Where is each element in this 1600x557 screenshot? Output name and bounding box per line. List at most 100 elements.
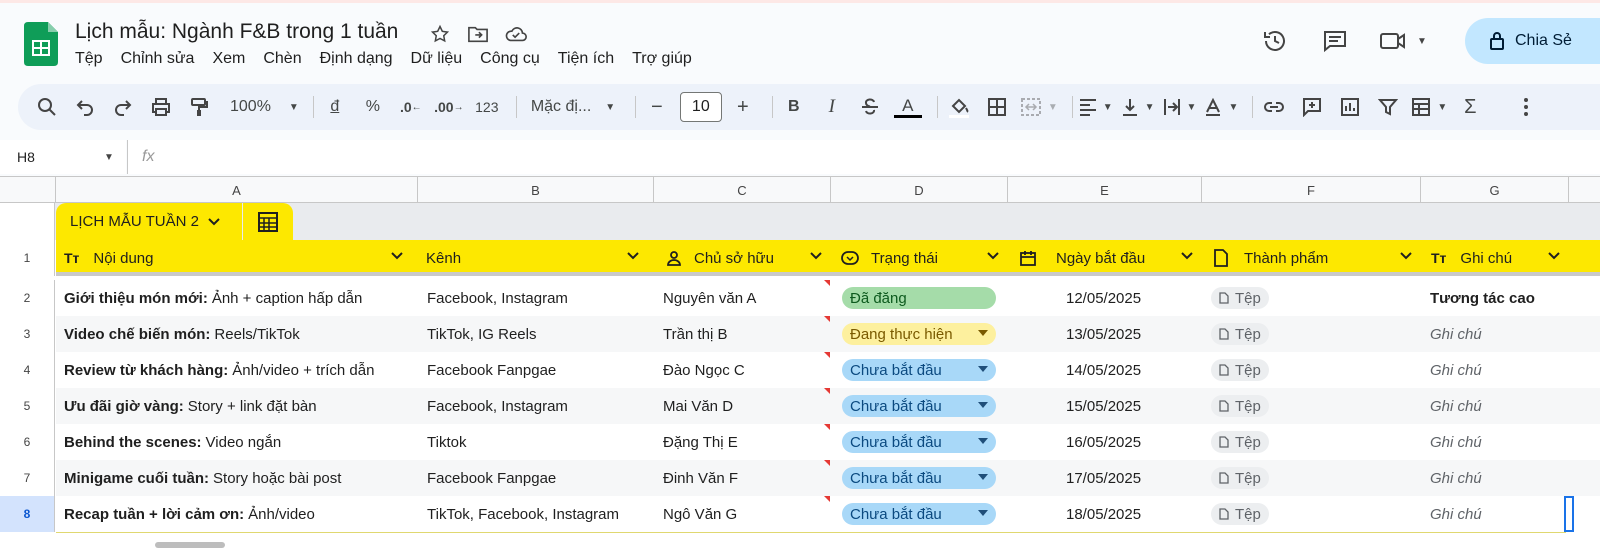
format-currency-button[interactable]: đ — [320, 92, 350, 122]
cell-start-date[interactable]: 16/05/2025 — [1066, 424, 1196, 460]
row-header-6[interactable]: 6 — [0, 424, 55, 460]
search-menus-icon[interactable] — [32, 92, 62, 122]
menu-format[interactable]: Định dạng — [320, 50, 402, 68]
cell-content[interactable]: Video chế biến món: Reels/TikTok — [64, 316, 414, 352]
name-box[interactable]: H8 ▼ — [0, 140, 126, 174]
increase-decimal-button[interactable]: .00 → — [434, 92, 464, 122]
cell-owner[interactable]: Đinh Văn F — [663, 460, 828, 496]
move-folder-icon[interactable] — [466, 22, 490, 46]
file-chip[interactable]: Tệp — [1211, 431, 1269, 453]
comment-indicator[interactable] — [824, 316, 830, 322]
comment-indicator[interactable] — [824, 388, 830, 394]
functions-icon[interactable]: Σ — [1455, 92, 1485, 122]
row-header-5[interactable]: 5 — [0, 388, 55, 424]
file-chip[interactable]: Tệp — [1211, 287, 1269, 309]
document-title[interactable]: Lịch mẫu: Ngành F&B trong 1 tuần — [75, 20, 398, 44]
cell-start-date[interactable]: 18/05/2025 — [1066, 496, 1196, 532]
cell-channel[interactable]: Facebook Fanpgae — [427, 460, 653, 496]
menu-help[interactable]: Trợ giúp — [632, 50, 701, 68]
star-icon[interactable] — [428, 22, 452, 46]
cell-channel[interactable]: Tiktok — [427, 424, 653, 460]
file-chip[interactable]: Tệp — [1211, 503, 1269, 525]
format-percent-button[interactable]: % — [358, 92, 388, 122]
cell-owner[interactable]: Ngô Văn G — [663, 496, 828, 532]
status-dropdown-chip[interactable]: Chưa bắt đầu — [842, 395, 996, 417]
cell-content[interactable]: Ưu đãi giờ vàng: Story + link đặt bàn — [64, 388, 414, 424]
cell-channel[interactable]: Facebook Fanpgae — [427, 352, 653, 388]
cell-content[interactable]: Behind the scenes: Video ngắn — [64, 424, 414, 460]
redo-icon[interactable] — [108, 92, 138, 122]
cell-content[interactable]: Giới thiệu món mới: Ảnh + caption hấp dẫn — [64, 280, 414, 316]
cell-channel[interactable]: TikTok, IG Reels — [427, 316, 653, 352]
cell-notes[interactable]: Tương tác cao — [1430, 280, 1566, 316]
cell-start-date[interactable]: 14/05/2025 — [1066, 352, 1196, 388]
comment-indicator[interactable] — [824, 496, 830, 502]
table-name-tab[interactable]: LỊCH MẪU TUẦN 2 — [56, 203, 242, 240]
cell-channel[interactable]: Facebook, Instagram — [427, 280, 653, 316]
row-header-4[interactable]: 4 — [0, 352, 55, 388]
comment-indicator[interactable] — [824, 460, 830, 466]
row-header-3[interactable]: 3 — [0, 316, 55, 352]
cell-content[interactable]: Minigame cuối tuần: Story hoặc bài post — [64, 460, 414, 496]
cell-notes[interactable]: Ghi chú — [1430, 496, 1566, 532]
header-notes[interactable]: Tт Ghi chú — [1421, 240, 1569, 276]
cell-content[interactable]: Review từ khách hàng: Ảnh/video + trích d… — [64, 352, 414, 388]
cell-notes[interactable]: Ghi chú — [1430, 316, 1566, 352]
undo-icon[interactable] — [70, 92, 100, 122]
row-header-7[interactable]: 7 — [0, 460, 55, 496]
row-header-2[interactable]: 2 — [0, 280, 55, 316]
text-rotation-icon[interactable]: ▼ — [1204, 92, 1238, 122]
strikethrough-button[interactable] — [855, 92, 885, 122]
cell-notes[interactable]: Ghi chú — [1430, 460, 1566, 496]
cell-start-date[interactable]: 13/05/2025 — [1066, 316, 1196, 352]
menu-data[interactable]: Dữ liệu — [411, 50, 472, 68]
cell-notes[interactable]: Ghi chú — [1430, 388, 1566, 424]
fill-color-icon[interactable] — [944, 92, 974, 122]
cloud-status-icon[interactable] — [504, 22, 528, 46]
menu-edit[interactable]: Chỉnh sửa — [121, 50, 204, 68]
file-chip[interactable]: Tệp — [1211, 395, 1269, 417]
zoom-select[interactable]: 100% ▼ — [230, 92, 299, 122]
decrease-decimal-button[interactable]: .0 ← — [396, 92, 426, 122]
file-chip[interactable]: Tệp — [1211, 467, 1269, 489]
horizontal-align-icon[interactable]: ▼ — [1079, 92, 1113, 122]
status-dropdown-chip[interactable]: Đã đăng — [842, 287, 996, 309]
cell-owner[interactable]: Trần thị B — [663, 316, 828, 352]
header-channel[interactable]: Kênh — [418, 240, 654, 276]
comment-indicator[interactable] — [824, 280, 830, 286]
font-size-input[interactable]: 10 — [679, 92, 722, 122]
column-header-f[interactable]: F — [1202, 177, 1421, 203]
version-history-icon[interactable] — [1255, 21, 1295, 61]
cell-channel[interactable]: Facebook, Instagram — [427, 388, 653, 424]
table-view-icon[interactable]: ▼ — [1411, 92, 1447, 122]
status-dropdown-chip[interactable]: Chưa bắt đầu — [842, 503, 996, 525]
cell-content[interactable]: Recap tuần + lời cảm ơn: Ảnh/video — [64, 496, 414, 532]
comments-icon[interactable] — [1315, 21, 1355, 61]
column-header-c[interactable]: C — [654, 177, 831, 203]
sheets-logo-icon[interactable] — [24, 22, 58, 66]
cell-owner[interactable]: Đào Ngọc C — [663, 352, 828, 388]
cell-notes[interactable]: Ghi chú — [1430, 424, 1566, 460]
more-formats-button[interactable]: 123 — [472, 92, 502, 122]
header-owner[interactable]: Chủ sở hữu — [654, 240, 831, 276]
cell-owner[interactable]: Mai Văn D — [663, 388, 828, 424]
header-content[interactable]: Tт Nội dung — [56, 240, 418, 276]
comment-indicator[interactable] — [824, 352, 830, 358]
row-header-8[interactable]: 8 — [0, 496, 55, 532]
borders-icon[interactable] — [982, 92, 1012, 122]
menu-file[interactable]: Tệp — [75, 50, 112, 68]
column-header-a[interactable]: A — [56, 177, 418, 203]
cell-owner[interactable]: Nguyên văn A — [663, 280, 828, 316]
filter-icon[interactable] — [1373, 92, 1403, 122]
text-color-button[interactable]: A — [893, 92, 923, 122]
horizontal-scrollbar[interactable] — [155, 542, 225, 548]
file-chip[interactable]: Tệp — [1211, 323, 1269, 345]
increase-font-size-button[interactable]: + — [728, 92, 758, 122]
menu-view[interactable]: Xem — [212, 50, 254, 68]
header-start-date[interactable]: Ngày bắt đầu — [1008, 240, 1202, 276]
more-options-icon[interactable] — [1511, 92, 1541, 122]
cell-owner[interactable]: Đặng Thị E — [663, 424, 828, 460]
text-wrapping-icon[interactable]: ▼ — [1163, 92, 1196, 122]
cell-channel[interactable]: TikTok, Facebook, Instagram — [427, 496, 653, 532]
table-view-toggle[interactable] — [243, 203, 293, 240]
